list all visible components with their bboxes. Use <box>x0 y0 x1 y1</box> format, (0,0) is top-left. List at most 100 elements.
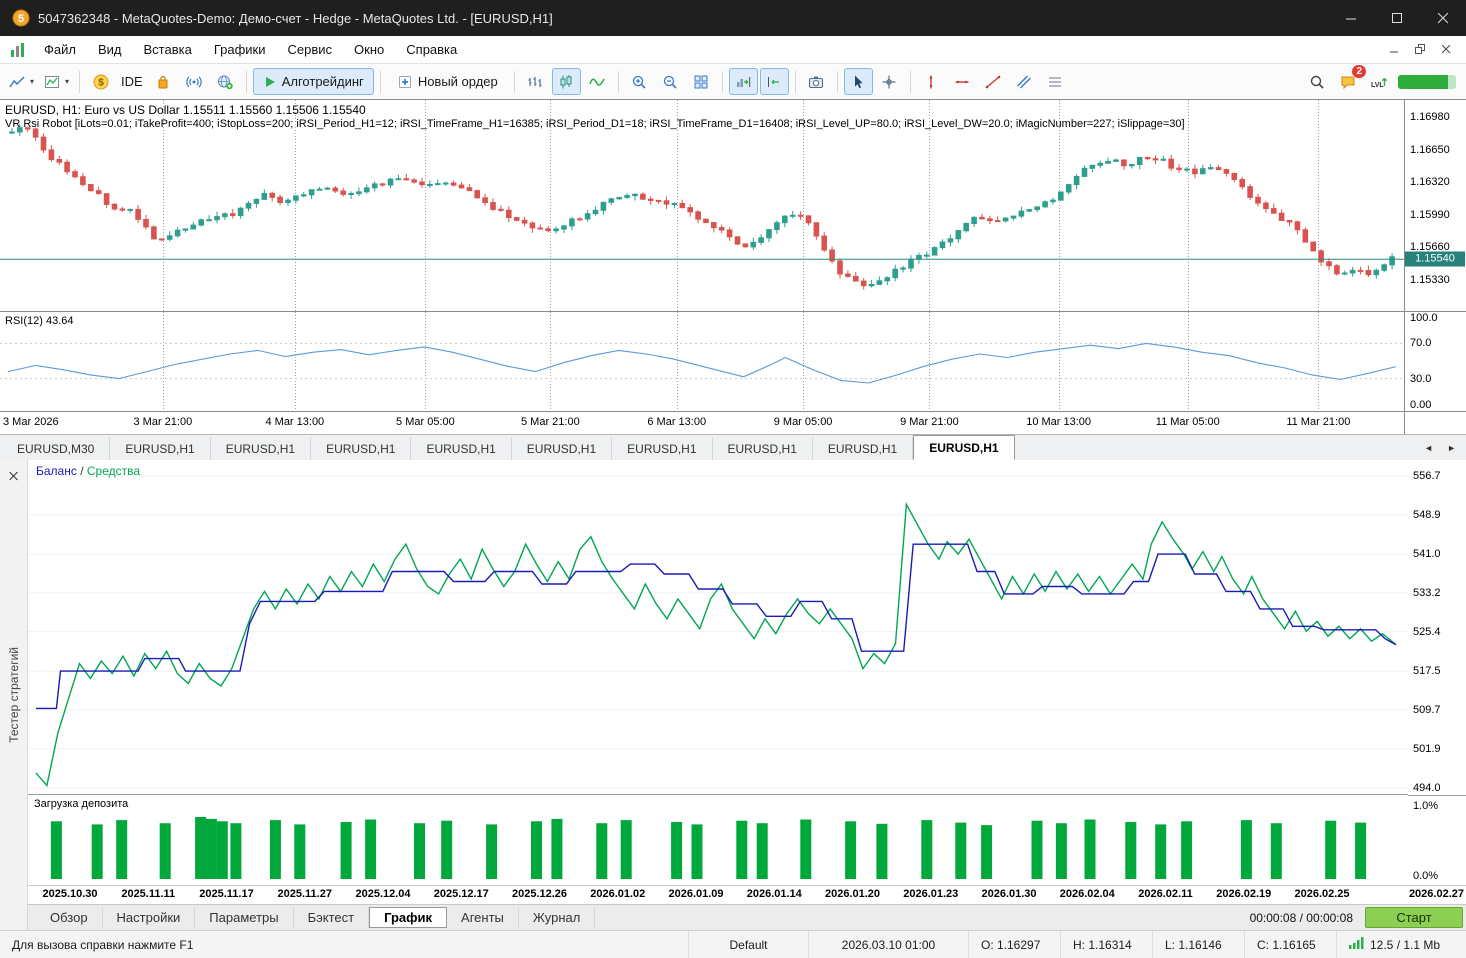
tab-agents[interactable]: Агенты <box>447 907 519 928</box>
price-pane[interactable]: EURUSD, H1: Euro vs US Dollar 1.15511 1.… <box>0 100 1404 312</box>
line-mode-button[interactable] <box>583 68 612 95</box>
zoom-in-icon <box>631 74 647 90</box>
chart-tab-6[interactable]: EURUSD,H1 <box>612 437 712 460</box>
rsi-chart-canvas[interactable] <box>0 312 1404 412</box>
chart-tab-2[interactable]: EURUSD,H1 <box>211 437 311 460</box>
community-button[interactable] <box>211 68 240 95</box>
tester-x-label: 2025.12.04 <box>355 888 410 900</box>
rsi-axis-label: 100.0 <box>1410 312 1438 324</box>
zoom-out-icon <box>662 74 678 90</box>
bars-mode-button[interactable] <box>521 68 550 95</box>
menu-charts[interactable]: Графики <box>203 38 277 61</box>
chart-tab-1[interactable]: EURUSD,H1 <box>110 437 210 460</box>
tabs-scroll-right-icon[interactable]: ► <box>1442 441 1461 455</box>
crosshair-button[interactable] <box>875 68 904 95</box>
tab-settings[interactable]: Настройки <box>103 907 196 928</box>
balance-chart-pane[interactable]: Баланс / Средства <box>28 460 1408 795</box>
channel-button[interactable] <box>1010 68 1039 95</box>
zoom-out-button[interactable] <box>656 68 685 95</box>
menu-view[interactable]: Вид <box>87 38 133 61</box>
restore-minimize-icon[interactable] <box>1382 40 1406 60</box>
rsi-pane[interactable]: RSI(12) 43.64 <box>0 312 1404 412</box>
tester-panel-title: Тестер стратегий <box>7 647 21 743</box>
auto-scroll-button[interactable] <box>729 68 758 95</box>
ea-parameters: VR Rsi Robot [iLots=0.01; iTakeProfit=40… <box>5 118 1185 130</box>
wave-icon <box>589 74 605 90</box>
time-axis[interactable]: 3 Mar 20263 Mar 21:004 Mar 13:005 Mar 05… <box>0 412 1404 434</box>
chart-tab-8[interactable]: EURUSD,H1 <box>813 437 913 460</box>
dollar-icon: $ <box>93 74 109 90</box>
signals-button[interactable] <box>180 68 209 95</box>
tester-x-label: 2026.01.09 <box>668 888 723 900</box>
tester-x-label-last: 2026.02.27 <box>1409 888 1464 900</box>
toolbar-separator <box>514 71 515 93</box>
zoom-in-button[interactable] <box>625 68 654 95</box>
price-axis[interactable]: 1.15540 1.169801.166501.163201.159901.15… <box>1405 100 1466 312</box>
minimize-icon[interactable] <box>1328 0 1374 36</box>
trendline-button[interactable] <box>979 68 1008 95</box>
menu-insert[interactable]: Вставка <box>133 38 203 61</box>
horizontal-line-button[interactable] <box>948 68 977 95</box>
screenshot-button[interactable] <box>802 68 831 95</box>
rsi-indicator-label: RSI(12) 43.64 <box>5 315 73 327</box>
tester-tab-bar: ОбзорНастройкиПараметрыБэктестГрафикАген… <box>28 904 1466 930</box>
t abs-scroll-left-icon[interactable]: ◄ <box>1419 441 1438 455</box>
notifications-button[interactable]: 2 <box>1333 68 1362 95</box>
mdi-close-icon[interactable] <box>1434 40 1458 60</box>
candles-mode-button[interactable] <box>552 68 581 95</box>
tab-backtest[interactable]: Бэктест <box>294 907 370 928</box>
restore-icon[interactable] <box>1408 40 1432 60</box>
status-profile[interactable]: Default <box>688 931 808 958</box>
tester-tabs-list: ОбзорНастройкиПараметрыБэктестГрафикАген… <box>36 907 595 928</box>
chart-profile-button[interactable]: ▾ <box>5 68 38 95</box>
market-button[interactable] <box>149 68 178 95</box>
new-order-button[interactable]: Новый ордер <box>387 68 508 95</box>
cursor-icon <box>850 74 866 90</box>
chart-tab-7[interactable]: EURUSD,H1 <box>713 437 813 460</box>
cursor-button[interactable] <box>844 68 873 95</box>
menu-help[interactable]: Справка <box>395 38 468 61</box>
menu-tools[interactable]: Сервис <box>277 38 344 61</box>
price-chart-canvas[interactable] <box>0 100 1404 312</box>
search-button[interactable] <box>1302 68 1331 95</box>
chart-tab-0[interactable]: EURUSD,M30 <box>2 437 110 460</box>
start-button[interactable]: Старт <box>1365 907 1463 928</box>
tab-overview[interactable]: Обзор <box>36 907 103 928</box>
maximize-icon[interactable] <box>1374 0 1420 36</box>
rsi-axis[interactable]: 100.070.030.00.00 <box>1405 312 1466 412</box>
metaeditor-button[interactable]: IDE <box>117 68 147 95</box>
deposit-load-pane[interactable]: Загрузка депозита <box>28 795 1408 885</box>
deposit-load-canvas[interactable] <box>28 795 1408 885</box>
algo-trading-button[interactable]: Алготрейдинг <box>253 68 374 95</box>
tester-elapsed-time: 00:00:08 / 00:00:08 <box>1250 911 1365 925</box>
vline-icon <box>923 74 939 90</box>
tester-close-icon[interactable] <box>9 468 18 486</box>
balance-axis-label: 501.9 <box>1413 743 1441 755</box>
algo-trading-label: Алготрейдинг <box>282 74 364 89</box>
levels-icon <box>1047 74 1063 90</box>
chart-shift-button[interactable] <box>760 68 789 95</box>
lvl-button[interactable]: LVL <box>1364 68 1393 95</box>
tab-parameters[interactable]: Параметры <box>195 907 293 928</box>
menu-window[interactable]: Окно <box>343 38 395 61</box>
menubar-items: ФайлВидВставкаГрафикиСервисОкноСправка <box>33 38 468 61</box>
traffic-text: 12.5 / 1.1 Mb <box>1370 938 1440 952</box>
vertical-line-button[interactable] <box>917 68 946 95</box>
quotes-button[interactable]: $ <box>86 68 115 95</box>
menu-file[interactable]: Файл <box>33 38 87 61</box>
time-axis-label: 11 Mar 05:00 <box>1156 416 1220 428</box>
tester-x-label: 2026.02.11 <box>1138 888 1192 900</box>
chart-tab-5[interactable]: EURUSD,H1 <box>512 437 612 460</box>
objects-button[interactable] <box>1041 68 1070 95</box>
chart-tab-4[interactable]: EURUSD,H1 <box>411 437 511 460</box>
tab-graph[interactable]: График <box>369 907 447 928</box>
chart-template-button[interactable]: ▾ <box>40 68 73 95</box>
balance-chart-canvas[interactable] <box>28 460 1408 795</box>
chart-tab-9[interactable]: EURUSD,H1 <box>913 435 1014 460</box>
tester-axis-column: 556.7548.9541.0533.2525.4517.5509.7501.9… <box>1408 460 1466 885</box>
tile-windows-button[interactable] <box>687 68 716 95</box>
close-icon[interactable] <box>1420 0 1466 36</box>
chart-tab-3[interactable]: EURUSD,H1 <box>311 437 411 460</box>
tab-journal[interactable]: Журнал <box>519 907 595 928</box>
price-axis-label: 1.16980 <box>1410 111 1450 123</box>
